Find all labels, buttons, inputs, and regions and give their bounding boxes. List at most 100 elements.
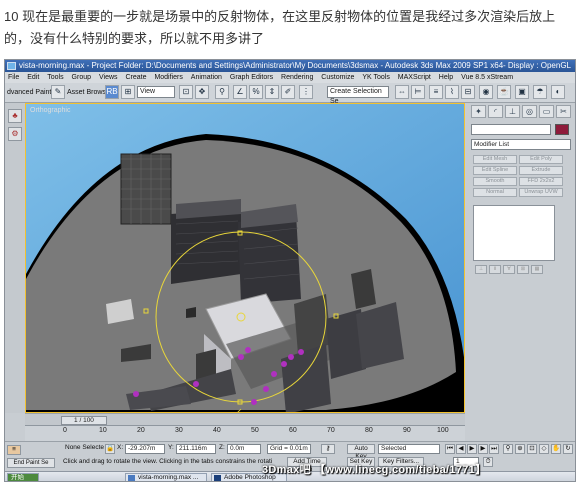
- menu-views[interactable]: Views: [99, 74, 118, 81]
- hierarchy-tab-icon[interactable]: ⊥: [505, 105, 520, 118]
- menu-maxscript[interactable]: MAXScript: [398, 74, 431, 81]
- spinner-icon[interactable]: ⋮: [299, 85, 313, 99]
- z-coordinate-field[interactable]: 0.0m: [227, 444, 261, 454]
- selection-icon[interactable]: ⊞: [121, 85, 135, 99]
- object-name-field[interactable]: [471, 124, 551, 135]
- tower-b: [238, 214, 301, 304]
- utilities-tab-icon[interactable]: ✂: [556, 105, 571, 118]
- zoom-extents-icon[interactable]: ⊡: [527, 444, 537, 454]
- align-icon[interactable]: ⊨: [411, 85, 425, 99]
- go-to-end-icon[interactable]: ⏭: [489, 444, 499, 454]
- render-production-icon[interactable]: ☂: [533, 85, 547, 99]
- snap-icon[interactable]: ⚲: [215, 85, 229, 99]
- curve-editor-icon[interactable]: ⌇: [445, 85, 459, 99]
- render-active-icon[interactable]: ◐: [551, 85, 565, 99]
- rb-button[interactable]: RB: [105, 85, 119, 99]
- unwrap-uvw-button[interactable]: Unwrap UVW: [519, 188, 563, 197]
- pan-icon[interactable]: ✋: [551, 444, 561, 454]
- spinner-snap-icon[interactable]: ⇕: [265, 85, 279, 99]
- previous-frame-icon[interactable]: ◀: [456, 444, 466, 454]
- task-3dsmax[interactable]: vista-morning.max ...: [125, 473, 207, 481]
- edit-poly-button[interactable]: Edit Poly: [519, 155, 563, 164]
- smooth-button[interactable]: Smooth: [473, 177, 517, 186]
- key-icon[interactable]: ⚷: [321, 444, 335, 454]
- photoshop-task-icon: [214, 475, 221, 481]
- normal-button[interactable]: Normal: [473, 188, 517, 197]
- show-end-result-icon[interactable]: Ⅱ: [489, 265, 501, 274]
- menu-edit[interactable]: Edit: [27, 74, 39, 81]
- viewport-label[interactable]: Orthographic: [30, 107, 70, 114]
- main-toolbar: dvanced Paint ✎ Asset Browser RB ⊞ View …: [5, 83, 575, 105]
- brush-icon[interactable]: ✎: [51, 85, 65, 99]
- zoom-all-icon[interactable]: ⊕: [515, 444, 525, 454]
- motion-tab-icon[interactable]: ◎: [522, 105, 537, 118]
- create-tab-icon[interactable]: ✦: [471, 105, 486, 118]
- mirror-icon[interactable]: ⇔: [395, 85, 409, 99]
- edit-spline-button[interactable]: Edit Spline: [473, 166, 517, 175]
- frame-indicator[interactable]: 1 / 100: [61, 416, 107, 425]
- ffd-button[interactable]: FFD 2x2x2: [519, 177, 563, 186]
- menu-tools[interactable]: Tools: [47, 74, 63, 81]
- angle-snap-icon[interactable]: ∠: [233, 85, 247, 99]
- schematic-view-icon[interactable]: ⊟: [461, 85, 475, 99]
- edit-named-selection-icon[interactable]: ✐: [281, 85, 295, 99]
- caption-text: 10 现在是最重要的一步就是场景中的反射物体，在这里反射物体的位置是我经过多次渲…: [4, 9, 556, 46]
- key-mode-combo[interactable]: Selected: [378, 444, 440, 454]
- reference-coord-combo[interactable]: View: [137, 86, 175, 98]
- remove-modifier-icon[interactable]: ⊠: [517, 265, 529, 274]
- menu-yk-tools[interactable]: YK Tools: [362, 74, 390, 81]
- start-button[interactable]: 开始: [7, 473, 39, 481]
- maxscript-listener-icon[interactable]: ≡: [7, 445, 21, 455]
- menu-animation[interactable]: Animation: [191, 74, 222, 81]
- field-of-view-icon[interactable]: ◇: [539, 444, 549, 454]
- menu-vue[interactable]: Vue 8.5 xStream: [461, 74, 513, 81]
- menu-graph-editors[interactable]: Graph Editors: [230, 74, 273, 81]
- named-selection-set-combo[interactable]: Create Selection Se: [327, 86, 389, 105]
- auto-key-button[interactable]: Auto Key: [347, 444, 375, 460]
- menu-group[interactable]: Group: [72, 74, 91, 81]
- paint-tool-icon[interactable]: ♣: [8, 109, 22, 123]
- timeline-ruler[interactable]: 0 10 20 30 40 50 60 70 80 90 100: [25, 425, 465, 442]
- material-editor-icon[interactable]: ◉: [479, 85, 493, 99]
- select-manipulate-icon[interactable]: ✥: [195, 85, 209, 99]
- extrude-button[interactable]: Extrude: [519, 166, 563, 175]
- make-unique-icon[interactable]: ∀: [503, 265, 515, 274]
- paint-settings-icon[interactable]: ⚙: [8, 127, 22, 141]
- zoom-icon[interactable]: ⚲: [503, 444, 513, 454]
- orbit-icon[interactable]: ↻: [563, 444, 573, 454]
- edit-mesh-button[interactable]: Edit Mesh: [473, 155, 517, 164]
- watermark-text: 3Dmax吧 【www.linecg.com/tieba/1771】: [262, 464, 487, 476]
- menu-help[interactable]: Help: [439, 74, 453, 81]
- menu-file[interactable]: File: [8, 74, 19, 81]
- percent-snap-icon[interactable]: %: [249, 85, 263, 99]
- end-paint-session-button[interactable]: End Paint Se: [7, 458, 55, 468]
- play-icon[interactable]: ▶: [467, 444, 477, 454]
- rendered-frame-window-icon[interactable]: ▣: [515, 85, 529, 99]
- tick-label: 30: [175, 427, 183, 434]
- lock-selection-icon[interactable]: 🔒: [105, 444, 115, 454]
- layer-manager-icon[interactable]: ≡: [429, 85, 443, 99]
- orthographic-viewport[interactable]: Orthographic: [25, 103, 465, 413]
- configure-sets-icon[interactable]: ▦: [531, 265, 543, 274]
- menu-rendering[interactable]: Rendering: [281, 74, 313, 81]
- x-coordinate-field[interactable]: -29.207m: [125, 444, 165, 454]
- go-to-start-icon[interactable]: ⏮: [445, 444, 455, 454]
- tick-label: 40: [213, 427, 221, 434]
- modify-tab-icon[interactable]: ◜: [488, 105, 503, 118]
- next-frame-icon[interactable]: ▶: [478, 444, 488, 454]
- pivot-icon[interactable]: ⊡: [179, 85, 193, 99]
- pin-stack-icon[interactable]: ⊥: [475, 265, 487, 274]
- menu-customize[interactable]: Customize: [321, 74, 354, 81]
- menu-modifiers[interactable]: Modifiers: [154, 74, 182, 81]
- scene-render: [26, 104, 464, 412]
- menu-create[interactable]: Create: [125, 74, 146, 81]
- object-color-swatch[interactable]: [555, 124, 569, 135]
- modifier-list-combo[interactable]: Modifier List: [471, 139, 571, 150]
- window-title: vista-morning.max - Project Folder: D:\D…: [19, 61, 504, 70]
- advanced-paint-button[interactable]: dvanced Paint: [7, 86, 51, 99]
- tick-label: 50: [251, 427, 259, 434]
- display-tab-icon[interactable]: ▭: [539, 105, 554, 118]
- modifier-stack[interactable]: [473, 205, 555, 261]
- render-setup-icon[interactable]: ☕: [497, 85, 511, 99]
- y-coordinate-field[interactable]: 211.116m: [176, 444, 216, 454]
